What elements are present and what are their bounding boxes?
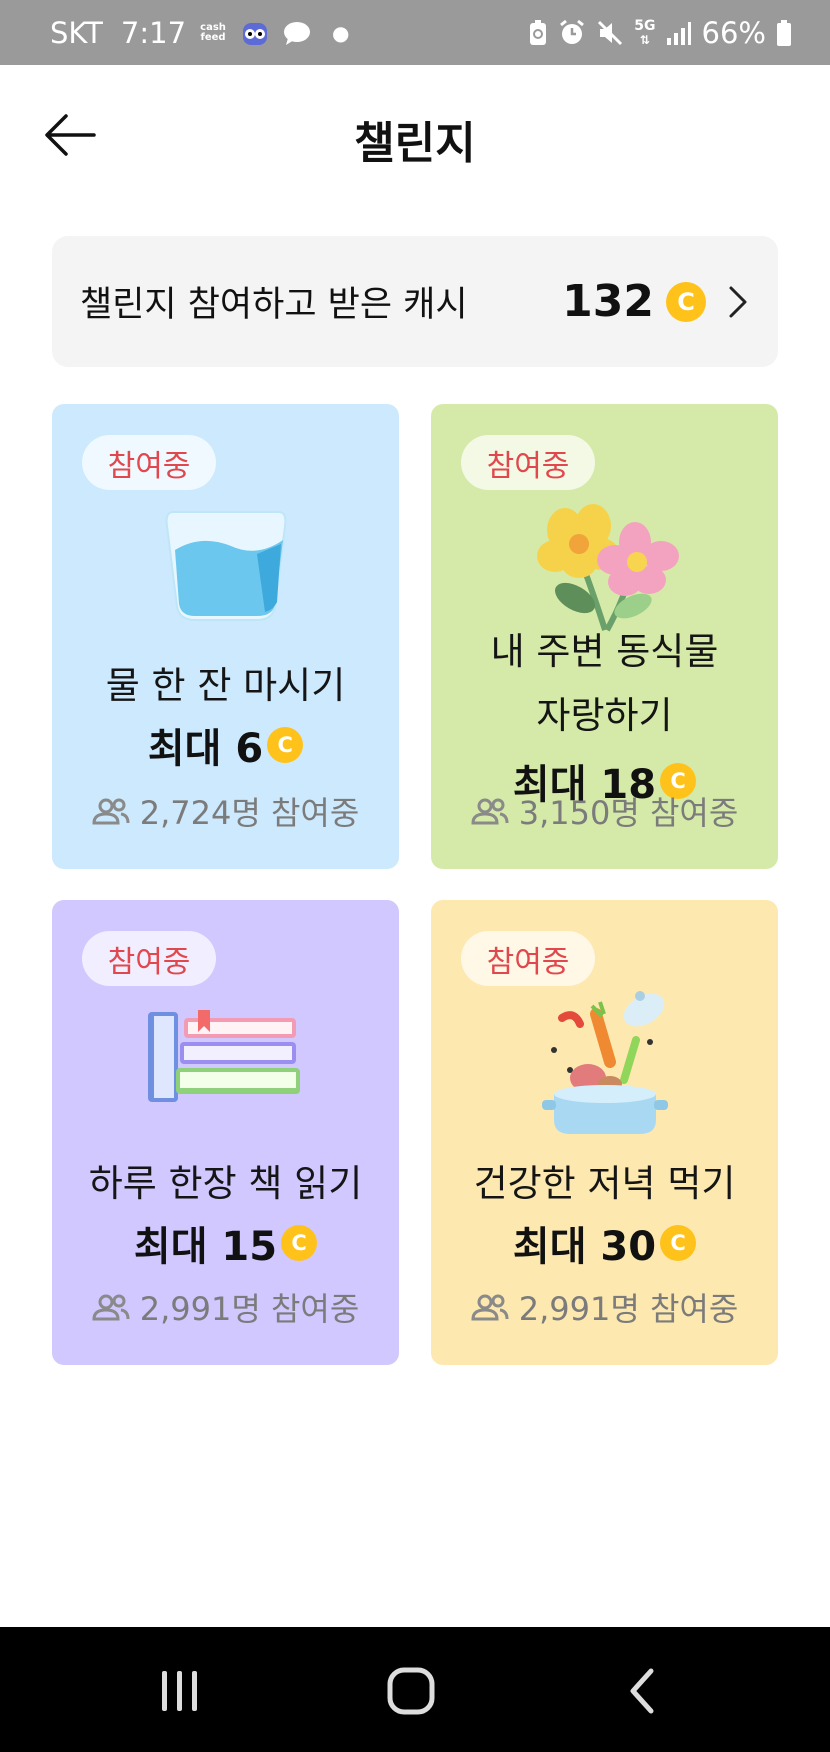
earned-cash-summary[interactable]: 챌린지 참여하고 받은 캐시 132 C: [52, 236, 778, 367]
books-icon: [146, 1002, 306, 1116]
clock: 7:17: [120, 15, 187, 50]
reward-text: 최대 15: [133, 1224, 278, 1270]
reward-amount: 최대 30 C: [431, 1214, 778, 1272]
network-type-label: 5G: [634, 17, 656, 34]
challenge-title-line: 내 주변 동식물: [490, 630, 719, 673]
notification-dot-icon: ●: [332, 20, 350, 45]
challenge-title: 내 주변 동식물 자랑하기: [431, 620, 778, 748]
owl-app-icon: [240, 19, 270, 47]
recent-apps-button[interactable]: [140, 1661, 220, 1721]
battery-saver-icon: [528, 19, 548, 47]
challenge-title-line: 자랑하기: [536, 694, 673, 737]
participating-badge: 참여중: [82, 435, 216, 490]
challenge-title: 물 한 잔 마시기: [52, 654, 399, 718]
home-button[interactable]: [371, 1661, 451, 1721]
cashfeed-logo-icon: cash feed: [200, 21, 226, 43]
chat-bubble-icon: [282, 20, 312, 46]
participant-text: 2,724명 참여중: [139, 794, 360, 832]
network-type-icon: 5G ⇅: [634, 19, 655, 47]
challenge-title-line: 물 한 잔 마시기: [105, 664, 346, 707]
chevron-left-icon: [630, 1668, 654, 1714]
challenge-title-line: 건강한 저녁 먹기: [473, 1162, 736, 1205]
people-icon: [92, 1294, 130, 1321]
challenge-title: 건강한 저녁 먹기: [431, 1152, 778, 1216]
coin-icon: C: [660, 1225, 697, 1261]
coin-icon: C: [281, 1225, 318, 1261]
participant-count: 3,150명 참여중: [431, 788, 778, 834]
people-icon: [471, 798, 509, 825]
recent-apps-icon: [162, 1671, 197, 1711]
participating-badge: 참여중: [461, 435, 595, 490]
flowers-icon: [525, 498, 685, 638]
challenge-title: 하루 한장 책 읽기: [52, 1152, 399, 1216]
mute-icon: [596, 19, 624, 47]
home-icon: [387, 1667, 435, 1715]
reward-amount: 최대 6 C: [52, 716, 399, 774]
participant-text: 2,991명 참여중: [518, 1290, 739, 1328]
battery-icon: [776, 19, 792, 47]
coin-icon: C: [666, 281, 706, 322]
challenge-card-water[interactable]: 참여중 물 한 잔 마시기 최대 6 C 2,724명 참여중: [52, 404, 399, 869]
carrier-label: SKT: [50, 15, 103, 50]
participating-badge: 참여중: [82, 931, 216, 986]
alarm-icon: [558, 19, 586, 47]
data-arrows-icon: ⇅: [639, 32, 650, 47]
chevron-right-icon: [728, 285, 748, 319]
cooking-pot-icon: [540, 980, 670, 1144]
challenge-card-dinner[interactable]: 참여중 건강한 저녁 먹기 최대 30 C 2,991명 참여중: [431, 900, 778, 1365]
coin-icon: C: [267, 727, 304, 763]
header: 챌린지: [0, 65, 830, 210]
earned-cash-label: 챌린지 참여하고 받은 캐시: [80, 285, 468, 325]
back-nav-button[interactable]: [602, 1661, 682, 1721]
challenge-title-line: 하루 한장 책 읽기: [88, 1162, 363, 1205]
earned-cash-amount: 132: [562, 276, 654, 327]
water-glass-icon: [161, 506, 291, 628]
participant-text: 3,150명 참여중: [518, 794, 739, 832]
people-icon: [92, 798, 130, 825]
system-nav-bar: [0, 1627, 830, 1752]
reward-text: 최대 30: [512, 1224, 657, 1270]
challenge-card-plants[interactable]: 참여중 내 주변 동식물 자랑하기 최대 18 C 3,150명 참여중: [431, 404, 778, 869]
status-bar: SKT 7:17 cash feed ● 5G ⇅ 66%: [0, 0, 830, 65]
reward-amount: 최대 15 C: [52, 1214, 399, 1272]
signal-icon: [666, 20, 692, 46]
page-title: 챌린지: [354, 118, 476, 169]
participating-badge: 참여중: [461, 931, 595, 986]
participant-count: 2,991명 참여중: [431, 1284, 778, 1330]
participant-text: 2,991명 참여중: [139, 1290, 360, 1328]
participant-count: 2,991명 참여중: [52, 1284, 399, 1330]
people-icon: [471, 1294, 509, 1321]
challenge-card-reading[interactable]: 참여중 하루 한장 책 읽기 최대 15 C 2,991명 참여중: [52, 900, 399, 1365]
battery-percent: 66%: [701, 15, 766, 50]
reward-text: 최대 6: [147, 726, 264, 772]
participant-count: 2,724명 참여중: [52, 788, 399, 834]
